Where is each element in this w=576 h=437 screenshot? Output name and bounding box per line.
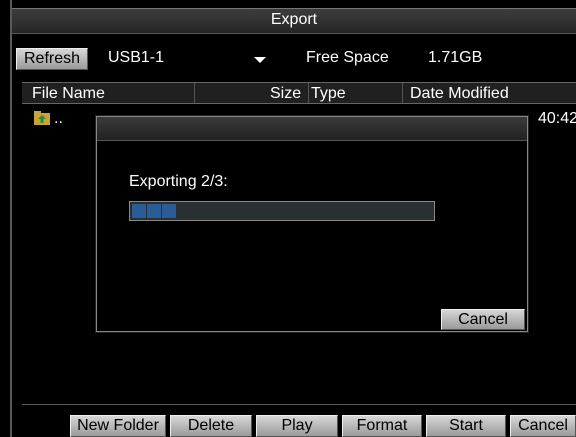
- list-divider: [22, 404, 576, 405]
- dialog-title-bar: [97, 117, 527, 141]
- column-type[interactable]: Type: [311, 85, 346, 103]
- row-file-name: ..: [54, 110, 63, 127]
- window-title: Export: [270, 11, 318, 28]
- column-divider: [402, 83, 403, 103]
- delete-button[interactable]: Delete: [170, 415, 252, 437]
- device-select[interactable]: USB1-1: [108, 49, 164, 67]
- export-progress-bar: [129, 201, 435, 221]
- progress-segment: [162, 204, 176, 218]
- column-date-modified[interactable]: Date Modified: [410, 85, 509, 103]
- dialog-message: Exporting 2/3:: [129, 173, 228, 190]
- folder-up-icon: [34, 111, 50, 125]
- free-space-value: 1.71GB: [428, 49, 483, 66]
- chevron-down-icon[interactable]: [252, 52, 268, 68]
- play-button[interactable]: Play: [256, 415, 338, 437]
- dialog-cancel-button[interactable]: Cancel: [441, 309, 525, 330]
- progress-segment: [147, 204, 161, 218]
- cancel-button[interactable]: Cancel: [510, 415, 576, 437]
- export-progress-dialog: Exporting 2/3: Cancel: [96, 116, 528, 332]
- column-divider: [308, 83, 309, 103]
- refresh-button[interactable]: Refresh: [16, 48, 88, 70]
- column-divider: [194, 83, 195, 103]
- format-button[interactable]: Format: [342, 415, 422, 437]
- free-space-label: Free Space: [306, 49, 389, 66]
- progress-segment: [132, 204, 146, 218]
- table-header: File Name Size Type Date Modified: [22, 82, 576, 104]
- title-bar: Export: [12, 8, 576, 34]
- bottom-toolbar: New Folder Delete Play Format Start Canc…: [12, 412, 576, 437]
- start-button[interactable]: Start: [426, 415, 506, 437]
- new-folder-button[interactable]: New Folder: [70, 415, 166, 437]
- column-file-name[interactable]: File Name: [32, 85, 105, 103]
- column-size[interactable]: Size: [270, 85, 301, 103]
- row-date-modified: 40:42: [538, 110, 576, 127]
- export-window: Export Refresh USB1-1 Free Space 1.71GB …: [10, 0, 576, 437]
